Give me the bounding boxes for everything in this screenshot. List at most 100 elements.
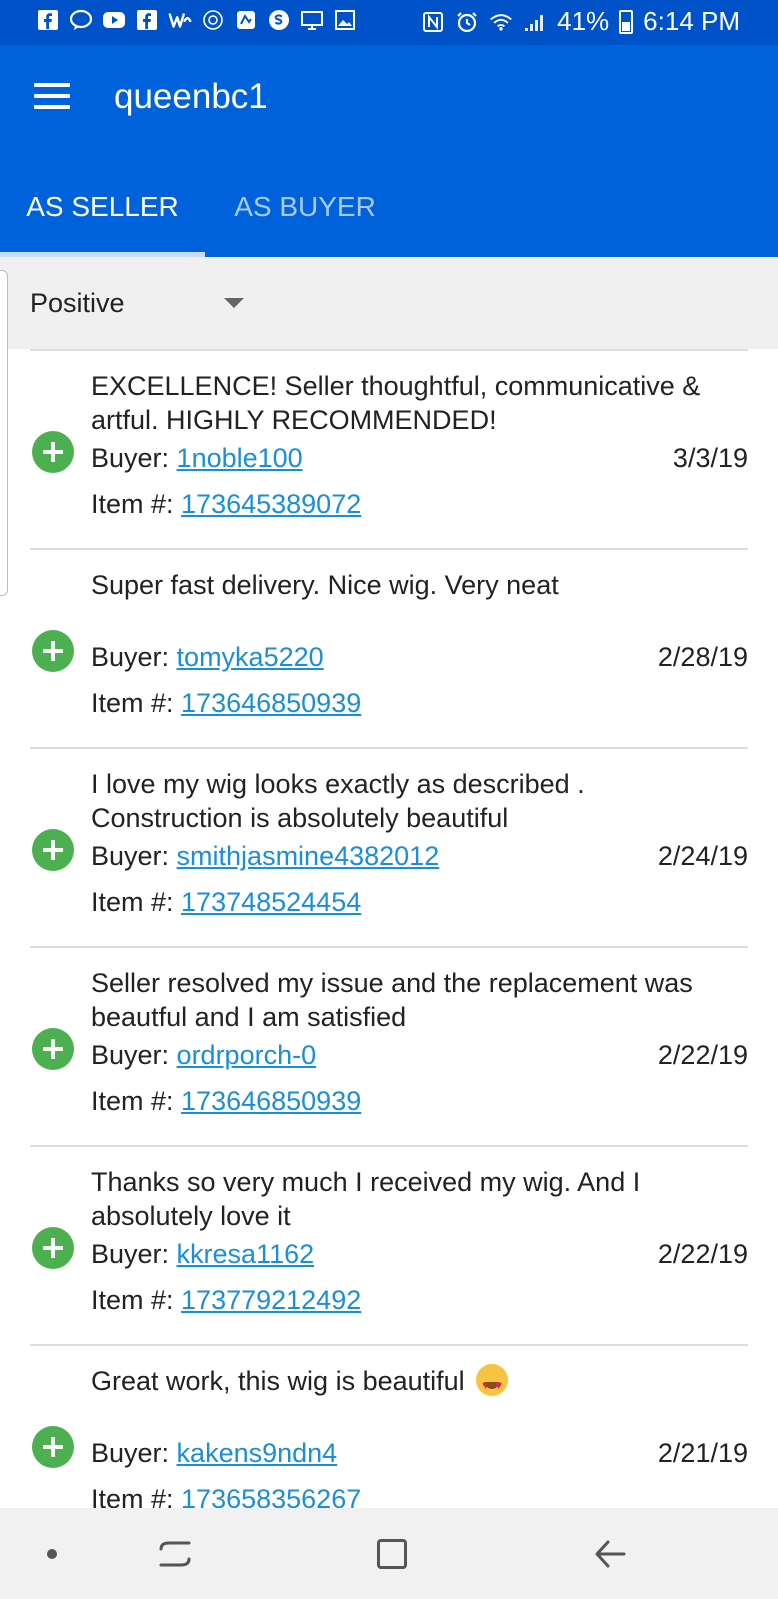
feedback-comment: EXCELLENCE! Seller thoughtful, communica… — [91, 371, 701, 435]
battery-percent: 41% — [557, 6, 610, 36]
buyer-label: Buyer: — [91, 642, 177, 672]
caret-down-icon — [224, 298, 244, 308]
tab-as-seller[interactable]: AS SELLER — [0, 165, 205, 257]
divider — [30, 946, 748, 948]
rating-filter-dropdown[interactable]: Positive — [30, 283, 250, 323]
buyer-label: Buyer: — [91, 443, 177, 473]
positive-icon — [32, 431, 74, 473]
item-link[interactable]: 173646850939 — [181, 688, 361, 718]
feedback-comment: Seller resolved my issue and the replace… — [91, 968, 693, 1032]
buyer-link[interactable]: tomyka5220 — [177, 642, 324, 672]
system-status: 41% 6:14 PM — [421, 6, 740, 37]
battery-icon — [619, 9, 634, 34]
feedback-item[interactable]: Great work, this wig is beautiful Buyer:… — [0, 1344, 778, 1508]
app-icon — [234, 8, 258, 32]
item-label: Item #: — [91, 887, 182, 917]
buyer-link[interactable]: kakens9ndn4 — [177, 1438, 338, 1468]
buyer-row: Buyer: kakens9ndn4 — [91, 1435, 337, 1471]
feedback-date: 2/24/19 — [657, 841, 748, 871]
youtube-icon — [102, 8, 126, 32]
buyer-label: Buyer: — [91, 1239, 177, 1269]
positive-icon — [32, 630, 74, 672]
buyer-row: Buyer: tomyka5220 — [91, 639, 324, 675]
item-link[interactable]: 173646850939 — [181, 1086, 361, 1116]
feedback-item[interactable]: Seller resolved my issue and the replace… — [0, 946, 778, 1145]
buyer-link[interactable]: 1noble100 — [177, 443, 303, 473]
back-icon[interactable] — [580, 1508, 640, 1599]
screen-icon — [300, 8, 324, 32]
buyer-row: Buyer: 1noble100 — [91, 440, 303, 476]
feedback-date: 2/21/19 — [657, 1438, 748, 1468]
buyer-link[interactable]: ordrporch-0 — [177, 1040, 317, 1070]
positive-icon — [32, 1426, 74, 1468]
item-row: Item #: 173748524454 — [91, 884, 361, 920]
status-bar: 41% 6:14 PM — [0, 0, 778, 45]
wifi-icon — [489, 10, 513, 34]
menu-icon[interactable] — [34, 83, 72, 111]
positive-icon — [32, 1028, 74, 1070]
skype-icon — [267, 8, 291, 32]
feedback-date: 3/3/19 — [672, 443, 748, 473]
rating-filter-value: Positive — [30, 288, 125, 318]
buyer-label: Buyer: — [91, 841, 177, 871]
feedback-comment: Great work, this wig is beautiful — [91, 1366, 465, 1396]
buyer-label: Buyer: — [91, 1040, 177, 1070]
feedback-item[interactable]: EXCELLENCE! Seller thoughtful, communica… — [0, 349, 778, 548]
feedback-comment: I love my wig looks exactly as described… — [91, 769, 585, 833]
feedback-list: EXCELLENCE! Seller thoughtful, communica… — [0, 349, 778, 1508]
nav-dot-icon[interactable] — [30, 1508, 74, 1599]
nfc-icon — [421, 10, 445, 34]
item-label: Item #: — [91, 1285, 182, 1315]
feedback-date: 2/22/19 — [657, 1239, 748, 1269]
divider — [30, 1145, 748, 1147]
feedback-item[interactable]: Super fast delivery. Nice wig. Very neat… — [0, 548, 778, 747]
heart-eyes-emoji-icon — [476, 1364, 509, 1402]
page-title: queenbc1 — [114, 77, 268, 116]
buyer-link[interactable]: kkresa1162 — [177, 1239, 315, 1269]
divider — [30, 349, 748, 351]
filter-bar: Positive — [0, 257, 778, 349]
item-link[interactable]: 173779212492 — [181, 1285, 361, 1315]
item-row: Item #: 173645389072 — [91, 486, 361, 522]
notification-icons — [36, 8, 357, 32]
feedback-item[interactable]: I love my wig looks exactly as described… — [0, 747, 778, 946]
tab-bar: AS SELLER AS BUYER — [0, 165, 778, 257]
feedback-comment: Thanks so very much I received my wig. A… — [91, 1167, 641, 1231]
item-row: Item #: 173646850939 — [91, 1083, 361, 1119]
feedback-date: 2/28/19 — [657, 642, 748, 672]
image-icon — [333, 8, 357, 32]
home-icon[interactable] — [362, 1508, 422, 1599]
buyer-link[interactable]: smithjasmine4382012 — [177, 841, 440, 871]
buyer-row: Buyer: kkresa1162 — [91, 1236, 314, 1272]
tab-as-buyer[interactable]: AS BUYER — [205, 165, 405, 257]
signal-icon — [523, 10, 547, 34]
recents-icon[interactable] — [145, 1508, 205, 1599]
system-nav-bar — [0, 1508, 778, 1599]
facebook-icon — [36, 8, 60, 32]
feedback-comment-row: Great work, this wig is beautiful — [91, 1364, 741, 1402]
item-row: Item #: 173658356267 — [91, 1481, 361, 1508]
item-label: Item #: — [91, 1484, 182, 1508]
divider — [30, 1344, 748, 1346]
clock: 6:14 PM — [643, 6, 740, 36]
positive-icon — [32, 829, 74, 871]
positive-icon — [32, 1227, 74, 1269]
alarm-icon — [455, 10, 479, 34]
buyer-label: Buyer: — [91, 1438, 177, 1468]
feedback-item[interactable]: Thanks so very much I received my wig. A… — [0, 1145, 778, 1344]
divider — [30, 548, 748, 550]
buyer-row: Buyer: ordrporch-0 — [91, 1037, 316, 1073]
messenger-icon — [69, 8, 93, 32]
item-label: Item #: — [91, 688, 182, 718]
item-link[interactable]: 173645389072 — [181, 489, 361, 519]
app-icon — [201, 8, 225, 32]
buyer-row: Buyer: smithjasmine4382012 — [91, 838, 439, 874]
feedback-date: 2/22/19 — [657, 1040, 748, 1070]
item-row: Item #: 173646850939 — [91, 685, 361, 721]
item-link[interactable]: 173658356267 — [181, 1484, 361, 1508]
app-bar: queenbc1 AS SELLER AS BUYER — [0, 45, 778, 257]
item-label: Item #: — [91, 1086, 182, 1116]
item-link[interactable]: 173748524454 — [181, 887, 361, 917]
feedback-comment: Super fast delivery. Nice wig. Very neat — [91, 570, 559, 600]
item-row: Item #: 173779212492 — [91, 1282, 361, 1318]
